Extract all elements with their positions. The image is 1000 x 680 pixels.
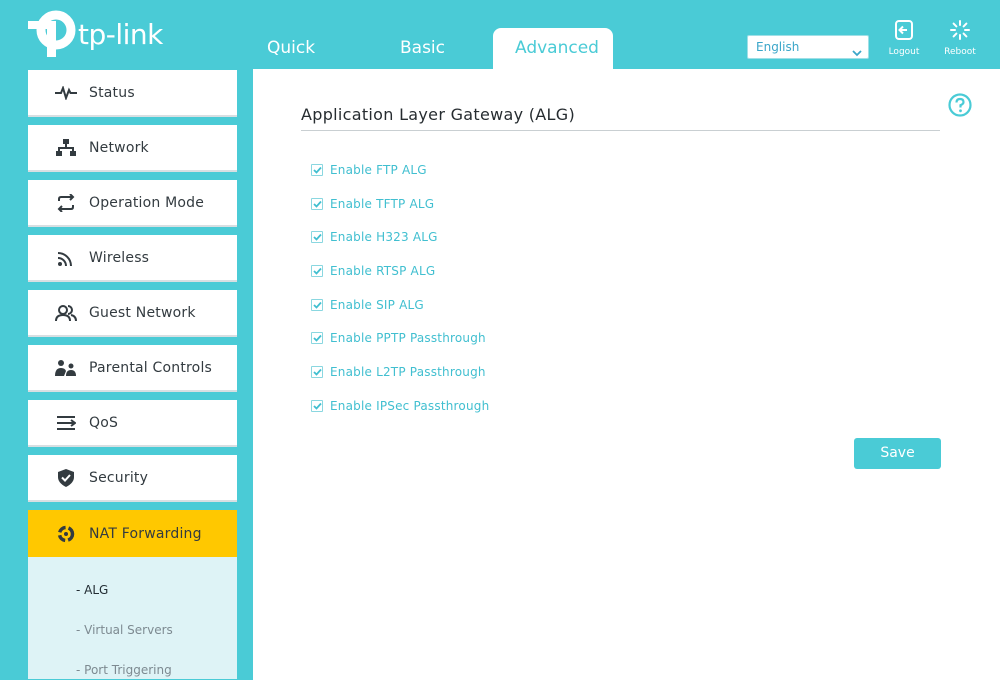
sidebar-item-nat-forwarding[interactable]: NAT Forwarding xyxy=(28,510,237,557)
option-label: Enable PPTP Passthrough xyxy=(330,331,486,346)
option-l2tp-passthrough[interactable]: Enable L2TP Passthrough xyxy=(311,355,489,389)
sidebar-item-parental-controls[interactable]: Parental Controls xyxy=(28,345,237,392)
logout-icon xyxy=(894,20,914,44)
pulse-icon xyxy=(53,82,79,104)
option-h323-alg[interactable]: Enable H323 ALG xyxy=(311,220,489,254)
option-sip-alg[interactable]: Enable SIP ALG xyxy=(311,288,489,322)
option-label: Enable SIP ALG xyxy=(330,297,424,312)
sidebar-item-network[interactable]: Network xyxy=(28,125,237,172)
help-icon[interactable] xyxy=(948,93,972,121)
sidebar-item-security[interactable]: Security xyxy=(28,455,237,502)
submenu-item-virtual-servers[interactable]: - Virtual Servers xyxy=(28,615,237,655)
title-divider xyxy=(301,130,940,131)
qos-icon xyxy=(53,412,79,434)
sidebar-item-label: QoS xyxy=(89,414,119,431)
checkbox-ipsec-passthrough[interactable] xyxy=(311,399,323,412)
tp-link-logo: tp-link xyxy=(26,10,163,58)
option-tftp-alg[interactable]: Enable TFTP ALG xyxy=(311,187,489,221)
top-navigation: Quick Setup Basic Advanced xyxy=(250,28,613,99)
logout-button[interactable]: Logout xyxy=(881,20,927,57)
nat-forwarding-submenu: - ALG - Virtual Servers - Port Triggerin… xyxy=(28,557,237,679)
logout-label: Logout xyxy=(888,47,920,57)
tab-basic[interactable]: Basic xyxy=(378,28,493,69)
option-label: Enable FTP ALG xyxy=(330,162,427,177)
sidebar-item-label: Security xyxy=(89,469,149,486)
checkbox-tftp-alg[interactable] xyxy=(311,197,323,210)
option-label: Enable RTSP ALG xyxy=(330,263,436,278)
logo-text: tp-link xyxy=(78,17,163,51)
operation-mode-icon xyxy=(53,192,79,214)
option-ipsec-passthrough[interactable]: Enable IPSec Passthrough xyxy=(311,389,489,423)
sidebar-item-operation-mode[interactable]: Operation Mode xyxy=(28,180,237,227)
alg-options: Enable FTP ALG Enable TFTP ALG Enable H3… xyxy=(311,153,489,423)
sidebar-item-guest-network[interactable]: Guest Network xyxy=(28,290,237,337)
sidebar-item-label: Operation Mode xyxy=(89,194,205,211)
option-label: Enable TFTP ALG xyxy=(330,196,435,211)
sidebar-item-label: Parental Controls xyxy=(89,359,213,376)
option-pptp-passthrough[interactable]: Enable PPTP Passthrough xyxy=(311,321,489,355)
sidebar: Status Network Operation Mode Wireless G… xyxy=(28,70,237,679)
submenu-item-alg[interactable]: - ALG xyxy=(28,575,237,615)
tab-quick-setup[interactable]: Quick Setup xyxy=(250,28,378,99)
option-label: Enable L2TP Passthrough xyxy=(330,364,486,379)
checkbox-ftp-alg[interactable] xyxy=(311,163,323,176)
checkbox-h323-alg[interactable] xyxy=(311,231,323,244)
option-label: Enable IPSec Passthrough xyxy=(330,398,490,413)
option-ftp-alg[interactable]: Enable FTP ALG xyxy=(311,153,489,187)
sidebar-item-wireless[interactable]: Wireless xyxy=(28,235,237,282)
nat-forwarding-icon xyxy=(53,523,79,545)
reboot-icon xyxy=(950,20,970,44)
parental-controls-icon xyxy=(53,357,79,379)
shield-icon xyxy=(53,467,79,489)
page-title: Application Layer Gateway (ALG) xyxy=(301,105,575,124)
reboot-label: Reboot xyxy=(944,47,976,57)
checkbox-sip-alg[interactable] xyxy=(311,298,323,311)
language-select[interactable]: English xyxy=(747,35,869,59)
chevron-down-icon xyxy=(852,42,862,64)
sidebar-item-label: Status xyxy=(89,84,135,101)
sidebar-item-qos[interactable]: QoS xyxy=(28,400,237,447)
wireless-icon xyxy=(53,247,79,269)
submenu-item-port-triggering[interactable]: - Port Triggering xyxy=(28,655,237,680)
sidebar-item-label: Wireless xyxy=(89,249,150,266)
checkbox-l2tp-passthrough[interactable] xyxy=(311,365,323,378)
option-label: Enable H323 ALG xyxy=(330,230,438,245)
reboot-button[interactable]: Reboot xyxy=(937,20,983,57)
tp-link-logo-icon xyxy=(26,10,76,58)
sidebar-item-label: Guest Network xyxy=(89,304,196,321)
tab-advanced[interactable]: Advanced xyxy=(493,28,613,69)
language-select-value: English xyxy=(756,40,800,54)
guest-network-icon xyxy=(53,302,79,324)
network-icon xyxy=(53,137,79,159)
sidebar-item-status[interactable]: Status xyxy=(28,70,237,117)
save-button[interactable]: Save xyxy=(854,438,941,469)
sidebar-item-label: Network xyxy=(89,139,149,156)
main-panel: Application Layer Gateway (ALG) Enable F… xyxy=(253,69,1000,680)
checkbox-rtsp-alg[interactable] xyxy=(311,264,323,277)
option-rtsp-alg[interactable]: Enable RTSP ALG xyxy=(311,254,489,288)
checkbox-pptp-passthrough[interactable] xyxy=(311,332,323,345)
sidebar-item-label: NAT Forwarding xyxy=(89,525,202,542)
